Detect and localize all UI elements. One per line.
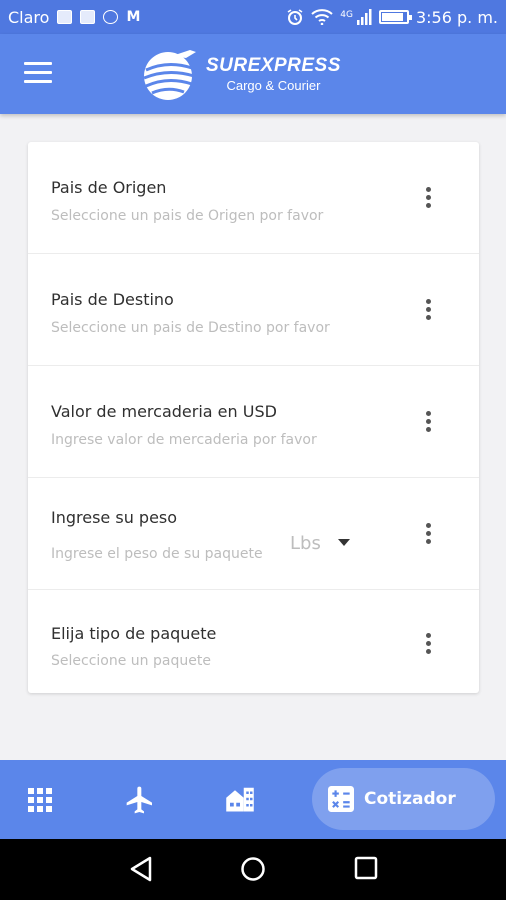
calculator-icon <box>328 786 354 812</box>
messenger-icon <box>103 10 119 24</box>
field-placeholder: Seleccione un pais de Destino por favor <box>51 320 330 336</box>
buildings-icon[interactable] <box>225 784 255 818</box>
logo-subtitle: Cargo & Courier <box>226 78 321 93</box>
package-type-field[interactable]: Elija tipo de paquete Seleccione un paqu… <box>28 590 479 693</box>
gmail-icon: M <box>126 9 141 25</box>
dropdown-caret-icon[interactable] <box>338 539 350 546</box>
more-vert-icon[interactable] <box>423 411 433 437</box>
grid-icon[interactable] <box>28 788 52 816</box>
field-label: Valor de mercaderia en USD <box>51 402 277 421</box>
globe-logo-icon <box>143 50 196 100</box>
hamburger-icon[interactable] <box>24 62 52 84</box>
recents-icon[interactable] <box>354 856 378 884</box>
more-vert-icon[interactable] <box>423 299 433 325</box>
field-label: Elija tipo de paquete <box>51 624 217 643</box>
network-type-label: 4G <box>340 9 353 20</box>
app-logo: SUREXPRESS Cargo & Courier <box>142 46 341 102</box>
more-vert-icon[interactable] <box>423 187 433 213</box>
signal-icon <box>356 9 372 25</box>
image-icon <box>80 10 96 24</box>
field-placeholder: Seleccione un pais de Origen por favor <box>51 208 324 224</box>
weight-unit-select[interactable]: Lbs <box>290 533 321 554</box>
field-label: Pais de Destino <box>51 290 174 309</box>
nav-cotizador[interactable]: Cotizador <box>312 768 495 830</box>
battery-level <box>381 13 403 21</box>
clock: 3:56 p. m. <box>415 7 498 27</box>
destination-country-field[interactable]: Pais de Destino Seleccione un pais de De… <box>28 254 479 366</box>
airplane-icon[interactable] <box>124 784 156 820</box>
field-placeholder: Seleccione un paquete <box>51 653 211 669</box>
back-icon[interactable] <box>128 856 154 886</box>
bottom-navigation: Cotizador <box>0 760 506 839</box>
weight-field[interactable]: Ingrese su peso Ingrese el peso de su pa… <box>28 478 479 590</box>
alarm-icon <box>287 9 303 25</box>
more-vert-icon[interactable] <box>423 633 433 659</box>
logo-title: SUREXPRESS <box>206 55 341 76</box>
more-vert-icon[interactable] <box>423 523 433 549</box>
status-bar: Claro M 4G 3:56 p. m. <box>0 0 506 34</box>
wifi-icon <box>311 9 333 25</box>
carrier-label: Claro <box>8 7 50 27</box>
field-placeholder: Ingrese valor de mercaderia por favor <box>51 432 317 448</box>
quote-form-card: Pais de Origen Seleccione un pais de Ori… <box>28 142 479 693</box>
nav-active-label: Cotizador <box>364 789 456 809</box>
merchandise-value-field[interactable]: Valor de mercaderia en USD Ingrese valor… <box>28 366 479 478</box>
app-bar: SUREXPRESS Cargo & Courier <box>0 34 506 114</box>
gallery-icon <box>57 10 73 24</box>
field-label: Ingrese su peso <box>51 508 178 527</box>
system-navigation-bar <box>0 839 506 900</box>
origin-country-field[interactable]: Pais de Origen Seleccione un pais de Ori… <box>28 142 479 254</box>
home-icon[interactable] <box>240 856 266 886</box>
battery-icon <box>378 10 412 24</box>
field-placeholder: Ingrese el peso de su paquete <box>51 546 263 562</box>
field-label: Pais de Origen <box>51 178 167 197</box>
